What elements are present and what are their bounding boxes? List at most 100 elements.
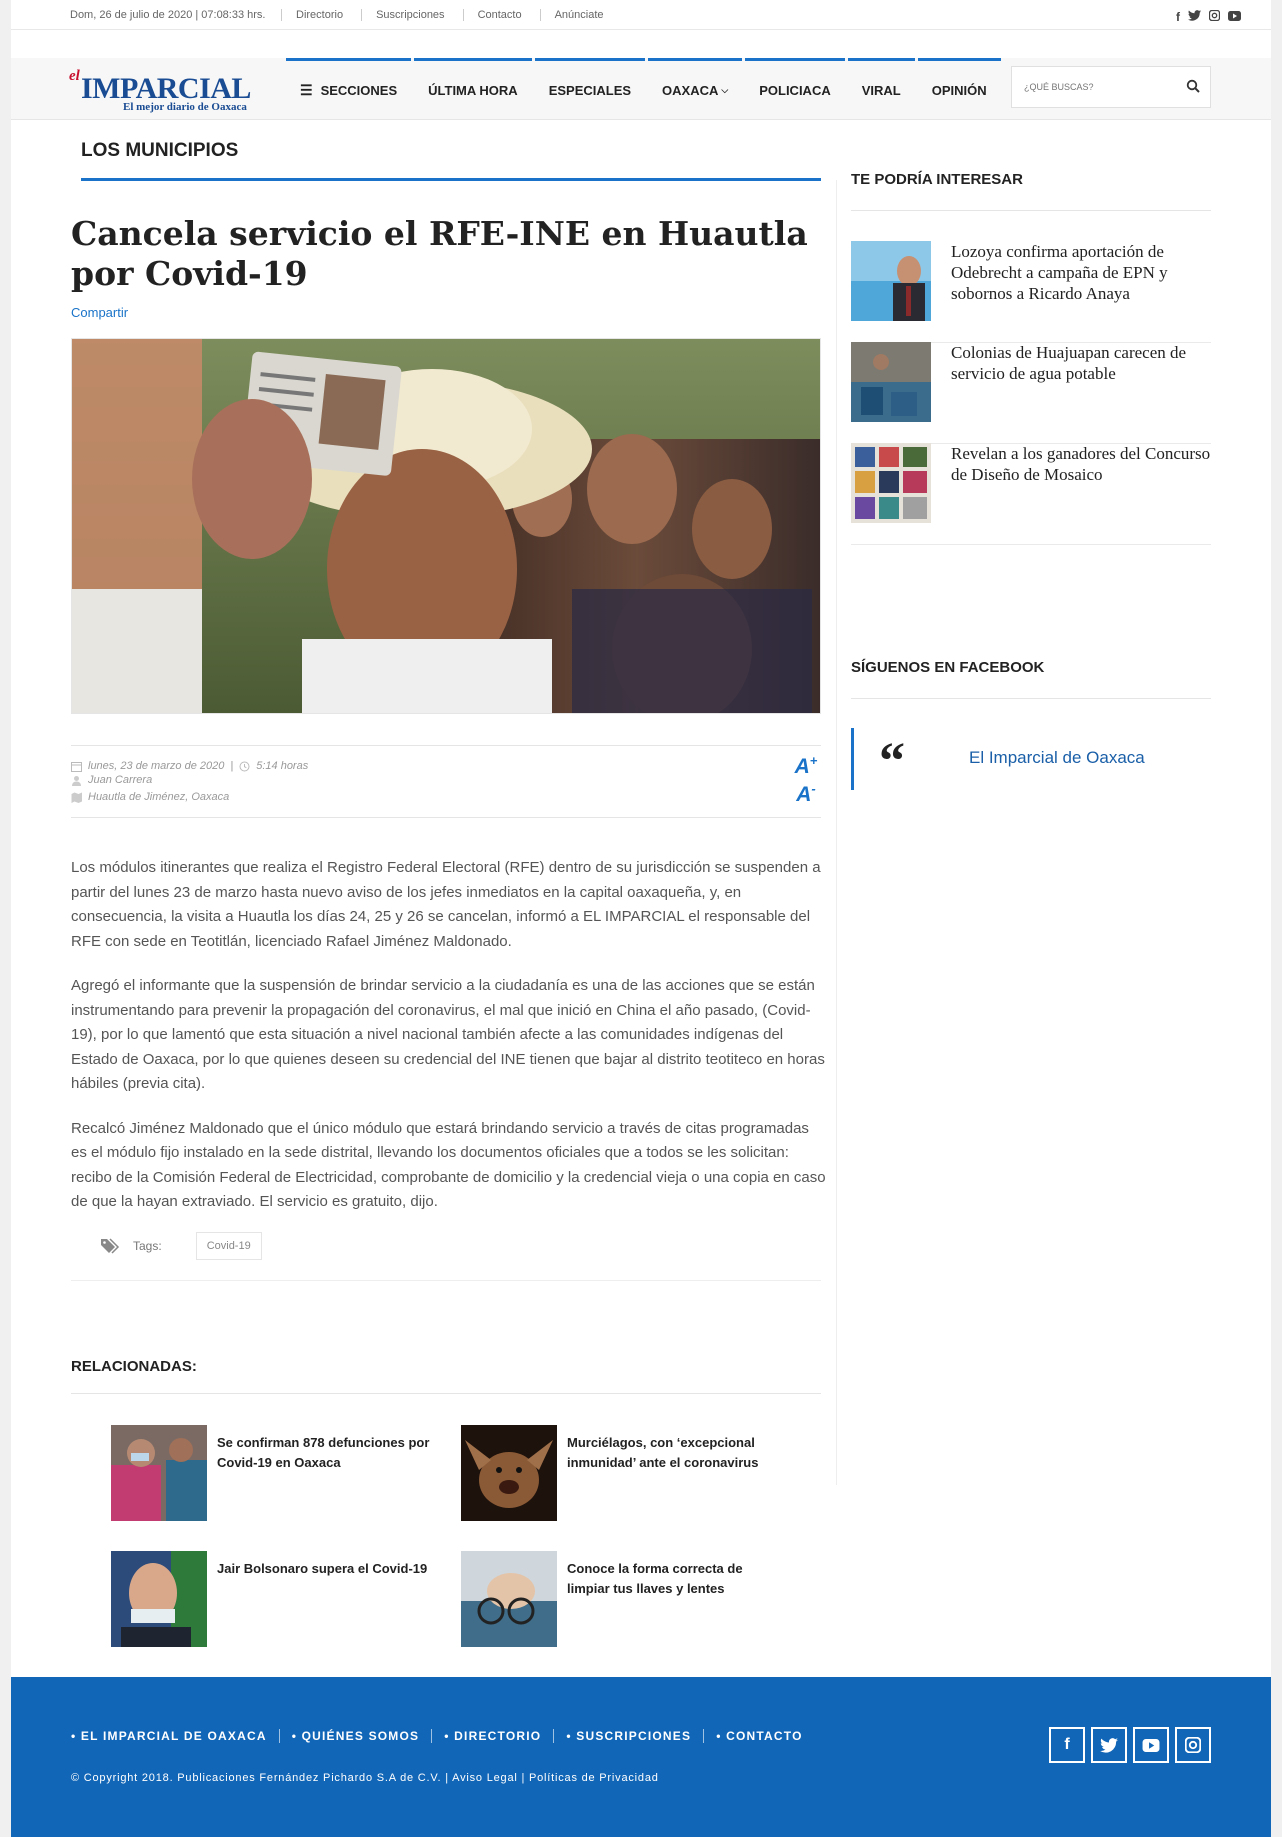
footer-link-el-imparcial[interactable]: • EL IMPARCIAL DE OAXACA bbox=[71, 1729, 279, 1743]
twitter-icon[interactable] bbox=[1091, 1727, 1127, 1763]
related-title: RELACIONADAS: bbox=[71, 1358, 197, 1375]
top-links: Directorio Suscripciones Contacto Anúnci… bbox=[281, 9, 622, 21]
article-hero-image bbox=[71, 338, 821, 714]
article-meta: lunes, 23 de marzo de 2020 | 5:14 horas … bbox=[71, 745, 821, 818]
nav-label: OAXACA bbox=[662, 83, 719, 98]
footer-link-contacto[interactable]: • CONTACTO bbox=[703, 1729, 814, 1743]
meta-author-row: Juan Carrera bbox=[71, 774, 152, 786]
related-thumbnail bbox=[461, 1425, 557, 1521]
divider bbox=[71, 1393, 821, 1394]
top-link-suscripciones[interactable]: Suscripciones bbox=[361, 9, 462, 21]
youtube-icon[interactable] bbox=[1228, 10, 1241, 24]
meta-location-row: Huautla de Jiménez, Oaxaca bbox=[71, 791, 229, 803]
nav-ultima-hora[interactable]: ÚLTIMA HORA bbox=[414, 58, 532, 120]
search-icon[interactable] bbox=[1186, 79, 1200, 93]
nav-secciones[interactable]: ☰ SECCIONES bbox=[286, 58, 412, 120]
footer-copyright: © Copyright 2018. Publicaciones Fernánde… bbox=[71, 1772, 659, 1784]
calendar-icon bbox=[71, 761, 82, 772]
related-item[interactable]: Se confirman 878 defunciones por Covid-1… bbox=[111, 1425, 441, 1521]
sidebar-interest-title: TE PODRÍA INTERESAR bbox=[851, 171, 1023, 188]
footer-link-suscripciones[interactable]: • SUSCRIPCIONES bbox=[553, 1729, 703, 1743]
menu-icon: ☰ bbox=[300, 82, 313, 98]
related-item[interactable]: Murciélagos, con ‘excepcional inmunidad’… bbox=[461, 1425, 791, 1521]
nav-label: SECCIONES bbox=[320, 83, 398, 98]
nav-oaxaca[interactable]: OAXACA ⌵ bbox=[648, 58, 743, 120]
search-input[interactable] bbox=[1012, 67, 1172, 107]
interest-headline: Revelan a los ganadores del Concurso de … bbox=[951, 444, 1211, 484]
footer-link-quienes-somos[interactable]: • QUIÉNES SOMOS bbox=[278, 1729, 432, 1743]
facebook-icon[interactable]: f bbox=[1049, 1727, 1085, 1763]
article-body: Los módulos itinerantes que realiza el R… bbox=[71, 856, 826, 1235]
tags-icon bbox=[101, 1238, 120, 1254]
section-title[interactable]: LOS MUNICIPIOS bbox=[81, 140, 238, 162]
interest-thumbnail bbox=[851, 342, 931, 422]
article-paragraph: Recalcó Jiménez Maldonado que el único m… bbox=[71, 1119, 826, 1211]
site-logo[interactable]: el IMPARCIAL El mejor diario de Oaxaca bbox=[69, 68, 284, 113]
top-social: f bbox=[1176, 9, 1241, 24]
meta-time: 5:14 horas bbox=[256, 760, 309, 772]
youtube-icon[interactable] bbox=[1133, 1727, 1169, 1763]
related-headline: Murciélagos, con ‘excepcional inmunidad’… bbox=[567, 1435, 759, 1470]
interest-headline: Lozoya confirma aportación de Odebrecht … bbox=[951, 242, 1168, 303]
article-title: Cancela servicio el RFE-INE en Huautla p… bbox=[71, 214, 808, 293]
clock-icon bbox=[239, 761, 250, 771]
map-icon bbox=[71, 792, 82, 803]
font-increase-button[interactable]: A+ bbox=[791, 750, 821, 778]
current-date: Dom, 26 de julio de 2020 | 07:08:33 hrs. bbox=[70, 9, 266, 21]
tags-label: Tags: bbox=[133, 1239, 162, 1253]
interest-item[interactable]: Colonias de Huajuapan carecen de servici… bbox=[851, 342, 1211, 444]
interest-headline: Colonias de Huajuapan carecen de servici… bbox=[951, 343, 1187, 383]
page: Dom, 26 de julio de 2020 | 07:08:33 hrs.… bbox=[11, 0, 1271, 1837]
nav-especiales[interactable]: ESPECIALES bbox=[534, 58, 646, 120]
nav-policiaca[interactable]: POLICIACA bbox=[745, 58, 845, 120]
facebook-icon[interactable]: f bbox=[1176, 10, 1180, 24]
meta-location: Huautla de Jiménez, Oaxaca bbox=[88, 791, 230, 803]
footer-nav: • EL IMPARCIAL DE OAXACA • QUIÉNES SOMOS… bbox=[71, 1729, 815, 1743]
footer-link-directorio[interactable]: • DIRECTORIO bbox=[431, 1729, 553, 1743]
facebook-widget: “ El Imparcial de Oaxaca bbox=[851, 728, 1211, 790]
instagram-icon[interactable] bbox=[1208, 9, 1221, 24]
top-link-directorio[interactable]: Directorio bbox=[281, 9, 361, 21]
divider bbox=[851, 698, 1211, 699]
related-thumbnail bbox=[111, 1551, 207, 1647]
meta-author[interactable]: Juan Carrera bbox=[88, 774, 152, 786]
divider bbox=[851, 210, 1211, 211]
chevron-down-icon: ⌵ bbox=[721, 85, 729, 95]
divider bbox=[71, 1280, 821, 1281]
logo-el: el bbox=[69, 68, 80, 84]
article-paragraph: Agregó el informante que la suspensión d… bbox=[71, 977, 825, 1092]
interest-item[interactable]: Lozoya confirma aportación de Odebrecht … bbox=[851, 241, 1211, 343]
sidebar-divider bbox=[836, 180, 837, 1485]
nav-viral[interactable]: VIRAL bbox=[847, 58, 915, 120]
related-item[interactable]: Conoce la forma correcta de limpiar tus … bbox=[461, 1551, 791, 1647]
font-size-controls: A+ A- bbox=[791, 750, 821, 806]
twitter-icon[interactable] bbox=[1188, 10, 1201, 24]
font-decrease-button[interactable]: A- bbox=[791, 778, 821, 806]
site-footer: • EL IMPARCIAL DE OAXACA • QUIÉNES SOMOS… bbox=[11, 1677, 1271, 1837]
related-headline: Conoce la forma correcta de limpiar tus … bbox=[567, 1561, 743, 1596]
top-bar: Dom, 26 de julio de 2020 | 07:08:33 hrs.… bbox=[11, 0, 1271, 30]
meta-date-row: lunes, 23 de marzo de 2020 | 5:14 horas bbox=[71, 760, 308, 772]
main-header: el IMPARCIAL El mejor diario de Oaxaca ☰… bbox=[11, 58, 1271, 120]
search-box bbox=[1011, 66, 1211, 108]
instagram-icon[interactable] bbox=[1175, 1727, 1211, 1763]
related-item[interactable]: Jair Bolsonaro supera el Covid-19 bbox=[111, 1551, 441, 1647]
related-thumbnail bbox=[111, 1425, 207, 1521]
interest-thumbnail bbox=[851, 443, 931, 523]
related-headline: Jair Bolsonaro supera el Covid-19 bbox=[217, 1561, 428, 1576]
tag-covid-19[interactable]: Covid-19 bbox=[195, 1232, 262, 1260]
related-headline: Se confirman 878 defunciones por Covid-1… bbox=[217, 1435, 430, 1470]
meta-date: lunes, 23 de marzo de 2020 bbox=[88, 760, 225, 772]
interest-thumbnail bbox=[851, 241, 931, 321]
nav-opinion[interactable]: OPINIÓN bbox=[917, 58, 1001, 120]
logo-tagline: El mejor diario de Oaxaca bbox=[123, 101, 247, 113]
facebook-page-link[interactable]: El Imparcial de Oaxaca bbox=[969, 748, 1145, 768]
sidebar-facebook-title: SÍGUENOS EN FACEBOOK bbox=[851, 659, 1045, 676]
share-link[interactable]: Compartir bbox=[71, 305, 128, 320]
article-tags: Tags: Covid-19 bbox=[101, 1232, 262, 1260]
interest-item[interactable]: Revelan a los ganadores del Concurso de … bbox=[851, 443, 1211, 545]
top-link-contacto[interactable]: Contacto bbox=[462, 9, 540, 21]
section-divider bbox=[81, 178, 821, 181]
top-link-anunciate[interactable]: Anúnciate bbox=[539, 9, 622, 21]
meta-separator: | bbox=[230, 760, 234, 772]
